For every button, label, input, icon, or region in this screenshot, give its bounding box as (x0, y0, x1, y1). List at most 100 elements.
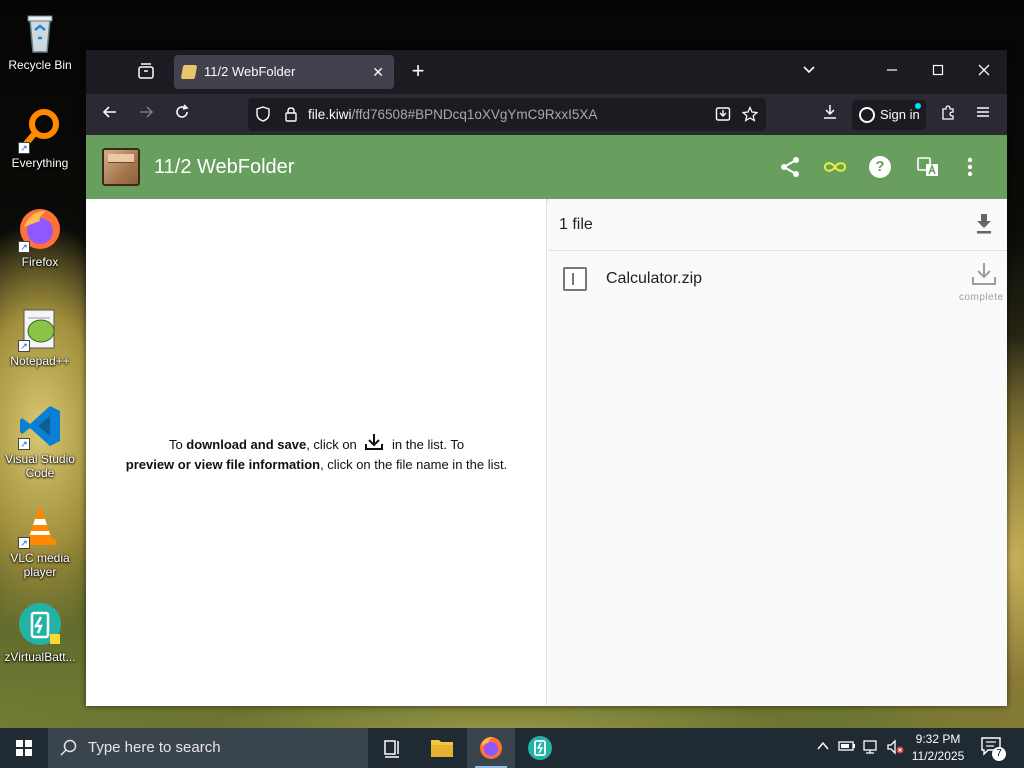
close-icon (978, 64, 990, 76)
sign-in-button[interactable]: Sign in (852, 100, 926, 130)
desktop-icon-vlc[interactable]: ↗ VLC media player (0, 501, 80, 579)
windows-logo-icon (16, 740, 32, 756)
list-item[interactable]: Calculator.zip complete (548, 251, 1007, 311)
minimize-button[interactable] (880, 60, 904, 84)
list-all-tabs-button[interactable] (797, 60, 821, 84)
tab-webfolder[interactable]: 11/2 WebFolder ✕ (174, 55, 394, 89)
chevron-up-icon (817, 741, 829, 750)
vscode-icon: ↗ (16, 402, 64, 450)
taskbar: Type here to search 9:32 PM 11/2/2025 7 (0, 728, 1024, 768)
back-button[interactable] (96, 102, 124, 128)
taskbar-file-explorer[interactable] (418, 728, 466, 768)
desktop-icon-zvirtualbattery[interactable]: zVirtualBatt... (0, 600, 80, 664)
minimize-icon (887, 69, 897, 71)
bookmark-star-icon[interactable] (739, 98, 761, 131)
shortcut-arrow-icon: ↗ (18, 340, 30, 352)
desktop-icon-firefox[interactable]: ↗ Firefox (0, 205, 80, 269)
clock-date: 11/2/2025 (911, 749, 965, 763)
close-tab-icon[interactable]: ✕ (372, 55, 384, 89)
download-icon (364, 433, 384, 450)
arrow-left-icon (102, 106, 116, 118)
file-list-pane: 1 file Calculator.zip complete (548, 199, 1007, 706)
maximize-button[interactable] (926, 60, 950, 84)
taskbar-firefox[interactable] (467, 728, 515, 768)
shortcut-arrow-icon: ↗ (18, 537, 30, 549)
hamburger-menu-icon (977, 107, 989, 117)
translate-icon (917, 157, 938, 176)
network-icon[interactable] (862, 739, 880, 757)
notification-dot-icon (915, 103, 921, 109)
battery-app-icon (16, 600, 64, 648)
hint-text: , click on (306, 437, 357, 452)
hint-text: in the list. To (392, 437, 465, 452)
url-text[interactable]: file.kiwi/ffd76508#BPNDcq1oXVgYmC9RxxI5X… (308, 98, 597, 131)
desktop-icon-vscode[interactable]: ↗ Visual Studio Code (0, 402, 80, 480)
download-all-button[interactable] (975, 213, 993, 235)
firefox-icon (480, 737, 502, 759)
tray-battery-icon[interactable] (838, 739, 856, 757)
file-list-header: 1 file (548, 199, 1007, 251)
desktop-icon-label: Visual Studio Code (5, 452, 75, 480)
desktop-icon-label: VLC media player (10, 551, 70, 579)
firefox-icon: ↗ (16, 205, 64, 253)
search-placeholder: Type here to search (88, 739, 221, 756)
desktop-icon-label: Everything (11, 156, 69, 170)
app-menu-button[interactable] (969, 102, 997, 128)
webfolder-favicon-icon (180, 65, 198, 79)
infinity-button[interactable] (821, 153, 849, 181)
file-download-button[interactable] (971, 261, 997, 287)
vlc-cone-icon: ↗ (16, 501, 64, 549)
start-button[interactable] (0, 728, 48, 768)
desktop-icon-everything[interactable]: ↗ Everything (0, 106, 80, 170)
volume-muted-icon[interactable] (886, 739, 904, 757)
url-path: /ffd76508#BPNDcq1oXVgYmC9RxxI5XA (351, 107, 598, 122)
hint-text: To (168, 437, 187, 452)
more-vertical-icon (967, 157, 973, 177)
sign-in-label: Sign in (880, 107, 920, 122)
show-hidden-icons-button[interactable] (814, 739, 832, 757)
desktop-icon-label: Recycle Bin (8, 58, 72, 72)
firefox-view-button[interactable] (134, 62, 158, 82)
action-center-button[interactable]: 7 (980, 736, 1006, 761)
translate-button[interactable] (914, 153, 942, 181)
chevron-down-icon (803, 66, 815, 74)
address-bar[interactable]: file.kiwi/ffd76508#BPNDcq1oXVgYmC9RxxI5X… (248, 98, 766, 131)
hint-bold-text: download and save (186, 437, 307, 452)
lock-icon[interactable] (280, 98, 302, 131)
downloads-button[interactable] (816, 102, 844, 128)
url-domain: file.kiwi (308, 107, 352, 122)
taskbar-clock[interactable]: 9:32 PM 11/2/2025 (906, 731, 970, 765)
task-view-button[interactable] (368, 728, 416, 768)
arrow-right-icon (140, 106, 154, 118)
shield-icon[interactable] (252, 98, 274, 131)
extensions-button[interactable] (934, 102, 962, 128)
taskbar-zvirtualbattery[interactable] (516, 728, 564, 768)
help-button[interactable]: ? (866, 153, 894, 181)
close-window-button[interactable] (972, 60, 996, 84)
desktop-icon-notepad-plus-plus[interactable]: ↗ Notepad++ (0, 304, 80, 368)
everything-search-icon: ↗ (16, 106, 64, 154)
reload-button[interactable] (168, 102, 196, 128)
share-button[interactable] (776, 153, 804, 181)
web-content: 11/2 WebFolder ? To download and save, c… (86, 135, 1007, 706)
infinity-icon (823, 162, 847, 172)
new-tab-button[interactable]: + (406, 60, 430, 84)
desktop-icon-recycle-bin[interactable]: Recycle Bin (0, 8, 80, 72)
preview-pane: To download and save, click on in the li… (86, 199, 547, 706)
app-header: 11/2 WebFolder ? (86, 135, 1007, 199)
navigation-toolbar: file.kiwi/ffd76508#BPNDcq1oXVgYmC9RxxI5X… (86, 94, 1007, 135)
battery-app-icon (528, 736, 552, 760)
save-to-pocket-icon[interactable] (712, 98, 734, 131)
folder-icon (431, 740, 453, 757)
taskbar-search-box[interactable]: Type here to search (48, 728, 368, 768)
hint-bold-text: preview or view file information (125, 457, 321, 472)
page-title: 11/2 WebFolder (154, 156, 295, 178)
puzzle-icon (942, 105, 954, 120)
box-logo-icon (102, 148, 140, 186)
forward-button[interactable] (132, 102, 160, 128)
file-name-link[interactable]: Calculator.zip (606, 251, 702, 307)
more-options-button[interactable] (956, 153, 984, 181)
help-question-icon: ? (869, 156, 891, 178)
notepad-plus-plus-icon: ↗ (16, 304, 64, 352)
file-icon (563, 267, 587, 291)
